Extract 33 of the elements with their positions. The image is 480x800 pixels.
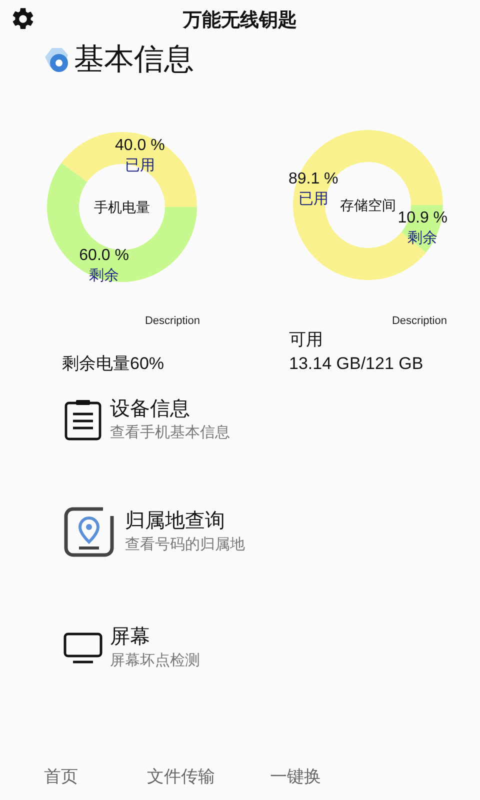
chart-title: 手机电量: [94, 199, 150, 215]
value-label: 89.1 %: [288, 170, 338, 188]
caption-text: 可用: [289, 329, 324, 351]
menu-subtitle: 屏幕坏点检测: [110, 651, 200, 671]
settings-icon[interactable]: [10, 6, 36, 32]
chart-description: Description: [392, 315, 447, 327]
nav-tab[interactable]: 文件传输: [147, 764, 215, 790]
clipboard-icon: [63, 398, 103, 442]
caption-text: 13.14 GB/121 GB: [289, 353, 424, 375]
slice-label: 剩余: [408, 229, 438, 246]
slice-label: 已用: [298, 190, 328, 208]
slice-label: 剩余: [89, 267, 120, 284]
menu-item[interactable]: 屏幕 屏幕坏点检测: [63, 624, 480, 672]
value-label: 60.0 %: [79, 247, 129, 264]
location-pin-icon: [63, 506, 115, 558]
caption-text: 剩余电量60%: [62, 353, 166, 375]
slice-label: 已用: [124, 156, 155, 174]
app-title: 万能无线钥匙: [183, 8, 297, 33]
menu-item[interactable]: 归属地查询 查看号码的归属地: [63, 506, 480, 558]
menu-title: 设备信息: [110, 397, 191, 422]
menu-title: 屏幕: [110, 625, 151, 650]
monitor-icon: [63, 630, 103, 666]
chart-description: Description: [144, 315, 200, 327]
section-title: 基本信息: [74, 45, 194, 75]
value-label: 10.9 %: [398, 209, 448, 226]
nav-tab[interactable]: 首页: [44, 764, 78, 790]
menu-subtitle: 查看号码的归属地: [125, 535, 245, 555]
value-label: 40.0 %: [115, 136, 165, 154]
nav-tab[interactable]: 一键换: [270, 764, 321, 790]
menu-item[interactable]: 设备信息 查看手机基本信息: [63, 396, 480, 444]
chart-title: 存储空间: [340, 197, 396, 213]
menu-subtitle: 查看手机基本信息: [110, 423, 230, 443]
menu-title: 归属地查询: [125, 509, 226, 534]
